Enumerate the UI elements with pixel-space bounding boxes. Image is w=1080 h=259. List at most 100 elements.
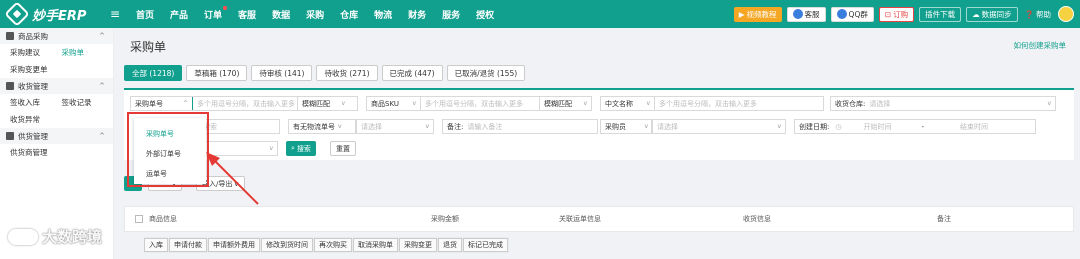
tab-pending-receipt[interactable]: 待收货 (271) (316, 65, 378, 81)
filter-panel: 采购单号 ^ 多个用逗号分隔，双击输入更多 模糊匹配 v 商品SKU v 多个用逗号分… (124, 88, 1074, 160)
nav-customer-service[interactable]: 客服 (230, 8, 264, 21)
return-button[interactable]: 退货 (438, 238, 462, 252)
notification-dot (223, 5, 228, 10)
col-receiving-info: 收货信息 (743, 215, 771, 223)
nav-data[interactable]: 数据 (264, 8, 298, 21)
status-tabs: 全部 (1218) 草稿箱 (170) 待审核 (141) 待收货 (271) … (124, 65, 526, 81)
app-logo[interactable]: 妙手ERP (0, 1, 110, 27)
cancel-purchase-button[interactable]: 取消采购单 (353, 238, 398, 252)
service-label: 客服 (804, 9, 820, 19)
batch-action-bar: 入库 申请付款 申请额外费用 修改到货时间 再次购买 取消采购单 采购变更 退货… (144, 237, 509, 253)
nav-finance[interactable]: 财务 (400, 8, 434, 21)
purchase-change-button[interactable]: 采购变更 (399, 238, 437, 252)
chevron-down-icon: v (1047, 100, 1051, 107)
sku-input[interactable]: 多个用逗号分隔，双击输入更多 (421, 99, 539, 109)
tab-cancelled-returned[interactable]: 已取消/退货 (155) (446, 65, 526, 81)
nav-products[interactable]: 产品 (162, 8, 196, 21)
select-all-checkbox[interactable] (135, 215, 143, 223)
nav-authorization[interactable]: 授权 (468, 8, 502, 21)
nav-service[interactable]: 服务 (434, 8, 468, 21)
qq-group-button[interactable]: QQ群 (830, 6, 874, 22)
reset-button[interactable]: 重置 (330, 141, 356, 156)
data-sync-label: 数据同步 (981, 9, 1012, 19)
keyword-search-input[interactable]: 搜索 (198, 119, 280, 134)
end-time-placeholder: 结束时间 (960, 122, 988, 131)
chevron-down-icon: v (583, 100, 587, 107)
sidebar-item-sign-in-stock[interactable]: 签收入库 (10, 97, 62, 108)
purchase-no-input[interactable]: 多个用逗号分隔，双击输入更多 (193, 99, 297, 109)
remark-label: 备注: (447, 122, 464, 131)
select-value: 采购单号 (135, 99, 163, 108)
select-value: 商品SKU (371, 99, 399, 108)
buyer-select[interactable]: 采购员 v (600, 119, 652, 134)
watermark-logo-icon (8, 228, 38, 245)
fuzzy-match-select-2[interactable]: 模糊匹配 v (539, 97, 591, 110)
fuzzy-match-select[interactable]: 模糊匹配 v (297, 97, 349, 110)
sidebar-group-label: 收货管理 (18, 81, 48, 91)
apply-payment-button[interactable]: 申请付款 (169, 238, 207, 252)
table-header: 商品信息 采购金额 关联运单信息 收货信息 备注 (124, 206, 1074, 232)
video-tutorial-button[interactable]: ▶ 视频教程 (733, 6, 782, 22)
buyer-value-select[interactable]: 请选择 v (652, 119, 786, 134)
supplier-icon (6, 132, 14, 140)
sidebar-group-product-purchase[interactable]: 商品采购 ^ (0, 28, 113, 44)
created-date-filter[interactable]: 创建日期: ◷ 开始时间 - 结束时间 (794, 119, 1036, 134)
tab-pending-review[interactable]: 待审核 (141) (251, 65, 313, 81)
sidebar-item-receiving-exception[interactable]: 收货异常 (10, 114, 40, 125)
tab-all[interactable]: 全部 (1218) (124, 65, 183, 81)
tab-completed[interactable]: 已完成 (447) (381, 65, 443, 81)
tab-drafts[interactable]: 草稿箱 (170) (186, 65, 248, 81)
order-subscription-button[interactable]: ⊡ 订购 (878, 6, 915, 22)
sidebar-item-purchase-order[interactable]: 采购单 (62, 47, 114, 58)
how-to-create-link[interactable]: 如何创建采购单 (1014, 40, 1067, 51)
nav-home[interactable]: 首页 (128, 8, 162, 21)
remark-filter[interactable]: 备注: 请输入备注 (442, 119, 598, 134)
remark-placeholder: 请输入备注 (467, 122, 503, 131)
search-icon: ⌕ (291, 144, 295, 152)
data-sync-button[interactable]: ☁ 数据同步 (966, 6, 1018, 22)
user-avatar[interactable] (1058, 6, 1074, 22)
buy-again-button[interactable]: 再次购买 (314, 238, 352, 252)
plugin-download-button[interactable]: 插件下载 (919, 6, 962, 22)
cn-name-input[interactable]: 多个用逗号分隔，双击输入更多 (655, 99, 757, 109)
sidebar-item-sign-records[interactable]: 签收记录 (62, 97, 114, 108)
warehouse-label: 收货仓库: (835, 99, 866, 108)
sidebar-item-purchase-suggestion[interactable]: 采购建议 (10, 47, 62, 58)
nav-warehouse[interactable]: 仓库 (332, 8, 366, 21)
chevron-down-icon: v (425, 123, 429, 130)
receiving-icon (6, 82, 14, 90)
sidebar-group-supply[interactable]: 供货管理 ^ (0, 128, 113, 144)
search-button[interactable]: ⌕ 搜索 (286, 141, 316, 156)
help-button[interactable]: ❓ 帮助 (1023, 7, 1053, 22)
sidebar-group-receiving[interactable]: 收货管理 ^ (0, 78, 113, 94)
logo-icon (4, 1, 30, 27)
cloud-icon: ☁ (972, 9, 980, 19)
col-product-info: 商品信息 (149, 215, 177, 223)
apply-extra-fee-button[interactable]: 申请额外费用 (208, 238, 260, 252)
purchase-no-filter: 采购单号 ^ 多个用逗号分隔，双击输入更多 模糊匹配 v (130, 96, 358, 111)
cn-name-type-select[interactable]: 中文名称 v (601, 97, 655, 110)
stock-in-button[interactable]: 入库 (144, 238, 168, 252)
chevron-down-icon: v (644, 123, 648, 130)
select-value: 模糊匹配 (544, 99, 572, 108)
nav-purchase[interactable]: 采购 (298, 8, 332, 21)
nav-orders[interactable]: 订单 (196, 5, 230, 21)
sidebar-row: 签收入库 签收记录 (0, 94, 113, 111)
logistics-value-select[interactable]: 请选择 v (356, 119, 434, 134)
warehouse-filter[interactable]: 收货仓库: 请选择 v (830, 96, 1056, 111)
sidebar-item-purchase-change-order[interactable]: 采购变更单 (10, 64, 48, 75)
watermark: 大数跨境 (8, 226, 102, 247)
page-title: 采购单 (130, 40, 167, 54)
purchase-no-type-select[interactable]: 采购单号 ^ (131, 97, 193, 110)
qq-label: QQ群 (848, 9, 868, 19)
mark-complete-button[interactable]: 标记已完成 (463, 238, 508, 252)
col-purchase-amount: 采购金额 (431, 215, 459, 223)
menu-toggle-icon[interactable]: ≡ (110, 7, 124, 21)
modify-arrival-time-button[interactable]: 修改到货时间 (261, 238, 313, 252)
nav-logistics[interactable]: 物流 (366, 8, 400, 21)
customer-service-button[interactable]: 客服 (786, 6, 826, 22)
chevron-down-icon: v (269, 145, 273, 152)
logistics-no-select[interactable]: 有无物流单号 v (288, 119, 356, 134)
sku-type-select[interactable]: 商品SKU v (367, 97, 421, 110)
sidebar-item-supplier-management[interactable]: 供货商管理 (10, 147, 48, 158)
